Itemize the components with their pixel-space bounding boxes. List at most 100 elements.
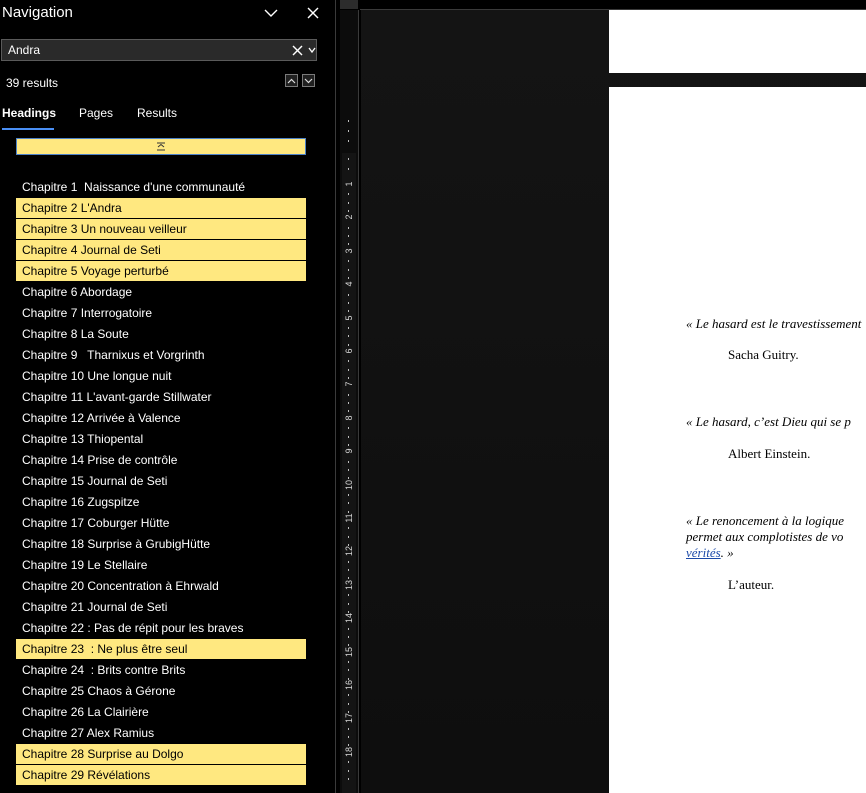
ruler-tick — [348, 368, 349, 371]
heading-item[interactable]: Chapitre 3 Un nouveau veilleur — [16, 219, 306, 239]
ruler-tick — [348, 560, 349, 563]
document-page[interactable]: « Le hasard est le travestissement Sacha… — [609, 87, 866, 793]
ruler-tick — [348, 460, 349, 463]
previous-result-button[interactable] — [285, 74, 298, 87]
ruler-tick — [348, 777, 349, 780]
heading-item[interactable]: Chapitre 27 Alex Ramius — [16, 723, 306, 743]
ruler-tick — [348, 301, 349, 304]
ruler-tick — [348, 393, 349, 396]
chevron-down-icon — [304, 78, 313, 83]
heading-item[interactable]: Chapitre 7 Interrogatoire — [16, 303, 306, 323]
heading-item[interactable]: Chapitre 4 Journal de Seti — [16, 240, 306, 260]
heading-item[interactable]: Chapitre 5 Voyage perturbé — [16, 261, 306, 281]
next-result-button[interactable] — [302, 74, 315, 87]
ruler-tick — [348, 694, 349, 697]
ruler-number: 16 — [344, 680, 354, 691]
tab-results[interactable]: Results — [137, 106, 177, 120]
ruler-tick — [348, 660, 349, 663]
heading-item[interactable]: Chapitre 23 : Ne plus être seul — [16, 639, 306, 659]
ruler-tick — [348, 569, 349, 572]
heading-item[interactable]: Chapitre 10 Une longue nuit — [16, 366, 306, 386]
ruler-tick — [348, 602, 349, 605]
ruler-tick — [348, 235, 349, 238]
chevron-down-icon — [308, 47, 316, 54]
ruler-tick — [348, 130, 349, 132]
navigation-pane: Navigation 39 results — [0, 0, 336, 793]
tab-headings[interactable]: Headings — [2, 106, 56, 120]
ruler-tick — [348, 435, 349, 438]
quote-einstein: « Le hasard, c’est Dieu qui se p — [686, 414, 851, 429]
author-self: L’auteur. — [728, 577, 775, 592]
heading-item[interactable]: Chapitre 13 Thiopental — [16, 429, 306, 449]
ruler-number: 10 — [344, 479, 354, 490]
ruler-number: 8 — [344, 415, 354, 421]
quote-author-line1: « Le renoncement à la logique — [686, 513, 845, 528]
heading-item[interactable]: Chapitre 1 Naissance d'une communauté — [16, 177, 306, 197]
heading-item[interactable]: Chapitre 28 Surprise au Dolgo — [16, 744, 306, 764]
quote-guitry: « Le hasard est le travestissement — [686, 316, 862, 331]
ruler-tick — [348, 360, 349, 363]
ruler-number: 11 — [344, 513, 354, 523]
top-bar — [336, 0, 866, 9]
heading-item[interactable]: Chapitre 26 La Clairière — [16, 702, 306, 722]
heading-item[interactable]: Chapitre 12 Arrivée à Valence — [16, 408, 306, 428]
collapse-all-button[interactable] — [16, 138, 306, 155]
ruler-tick — [348, 335, 349, 338]
pane-options-button[interactable] — [260, 2, 282, 24]
heading-item[interactable]: Chapitre 6 Abordage — [16, 282, 306, 302]
heading-item[interactable]: Chapitre 15 Journal de Seti — [16, 471, 306, 491]
ruler-tick — [348, 493, 349, 496]
ruler-number: 2 — [344, 214, 354, 220]
chevron-down-icon — [264, 9, 278, 17]
ruler-tick — [348, 260, 349, 263]
heading-item[interactable]: Chapitre 24 : Brits contre Brits — [16, 660, 306, 680]
headings-list: Chapitre 1 Naissance d'une communauté Cha… — [16, 177, 306, 786]
search-input[interactable] — [8, 42, 278, 58]
quote-author-line2: permet aux complotistes de vo — [686, 529, 844, 544]
heading-item[interactable]: Chapitre 9 Tharnixus et Vorgrinth — [16, 345, 306, 365]
ruler-tick — [348, 736, 349, 739]
verites-link[interactable]: vérités — [686, 545, 721, 560]
heading-item[interactable]: Chapitre 11 L'avant-garde Stillwater — [16, 387, 306, 407]
ruler-tick — [348, 168, 349, 170]
search-options-dropdown[interactable] — [307, 43, 317, 57]
heading-item[interactable]: Chapitre 22 : Pas de répit pour les brav… — [16, 618, 306, 638]
heading-item[interactable]: Chapitre 21 Journal de Seti — [16, 597, 306, 617]
ruler-border — [358, 10, 359, 793]
ruler-number: 15 — [344, 646, 354, 657]
ruler-tick — [348, 669, 349, 672]
ruler-number: 1 — [344, 181, 354, 187]
heading-item[interactable]: Chapitre 16 Zugspitze — [16, 492, 306, 512]
heading-item[interactable]: Chapitre 2 L'Andra — [16, 198, 306, 218]
ruler-tick — [348, 326, 349, 329]
heading-item[interactable]: Chapitre 19 Le Stellaire — [16, 555, 306, 575]
pane-divider[interactable] — [335, 0, 336, 793]
ruler-tick — [348, 535, 349, 538]
author-guitry: Sacha Guitry. — [728, 347, 799, 362]
ruler-tick — [348, 594, 349, 597]
ruler-number: 17 — [344, 713, 354, 724]
active-tab-indicator — [2, 128, 54, 130]
heading-item[interactable]: Chapitre 17 Coburger Hütte — [16, 513, 306, 533]
ruler-tick — [348, 468, 349, 471]
previous-page[interactable] — [609, 10, 866, 73]
heading-item[interactable]: Chapitre 29 Révélations — [16, 765, 306, 785]
heading-item[interactable]: Chapitre 18 Surprise à GrubigHütte — [16, 534, 306, 554]
ruler-number: 6 — [344, 348, 354, 354]
tab-pages[interactable]: Pages — [79, 106, 113, 120]
heading-item[interactable]: Chapitre 8 La Soute — [16, 324, 306, 344]
heading-item[interactable]: Chapitre 25 Chaos à Gérone — [16, 681, 306, 701]
ruler-number: 12 — [344, 546, 354, 557]
close-pane-button[interactable] — [302, 2, 324, 24]
ruler-tick — [348, 268, 349, 271]
ruler-tick — [348, 769, 349, 772]
vertical-ruler[interactable]: 1 2 3 4 5 6 7 8 9 10 11 12 13 14 15 16 17 18 — [340, 10, 358, 793]
ruler-number: 14 — [344, 613, 354, 624]
nav-title: Navigation — [2, 4, 73, 21]
ruler-number: 5 — [344, 315, 354, 321]
heading-item[interactable]: Chapitre 20 Concentration à Ehrwald — [16, 576, 306, 596]
collapse-icon — [157, 142, 165, 151]
clear-search-button[interactable] — [291, 43, 304, 57]
ruler-number: 18 — [344, 746, 354, 757]
heading-item[interactable]: Chapitre 14 Prise de contrôle — [16, 450, 306, 470]
